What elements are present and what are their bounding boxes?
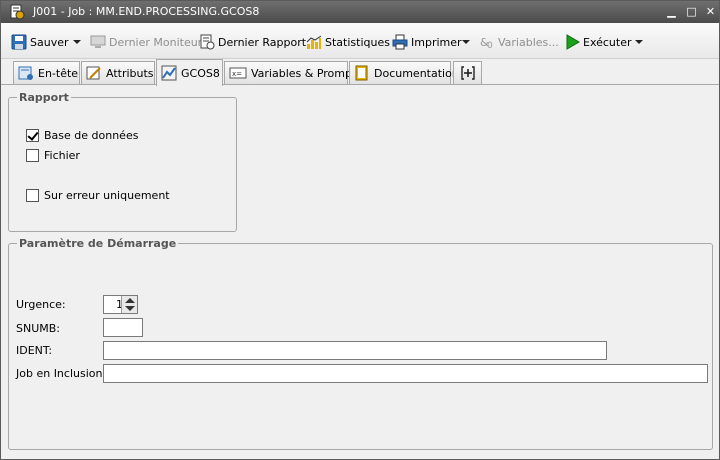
- tab-label: Documentation: [374, 66, 459, 80]
- tab-documentation[interactable]: Documentation: [349, 61, 459, 84]
- job-icon: [10, 4, 25, 20]
- statistics-label: Statistiques: [325, 35, 390, 49]
- save-icon: [11, 34, 27, 50]
- file-label: Fichier: [44, 149, 80, 162]
- spinner-arrows[interactable]: [121, 296, 137, 313]
- on-error-only-checkbox[interactable]: Sur erreur uniquement: [26, 189, 170, 202]
- rapport-group: Rapport: [8, 91, 237, 232]
- add-tab-button[interactable]: [453, 61, 482, 84]
- rapport-legend: Rapport: [17, 91, 71, 104]
- spinner-down-icon[interactable]: [125, 306, 135, 311]
- variables-button[interactable]: & 0 Variables...: [479, 32, 559, 52]
- maximize-icon[interactable]: □: [684, 4, 699, 19]
- window-title: J001 - Job : MM.END.PROCESSING.GCOS8: [33, 5, 260, 18]
- snumb-label: SNUMB:: [16, 322, 61, 335]
- tab-label: Attributs: [106, 66, 154, 80]
- spinner-up-icon[interactable]: [125, 298, 135, 303]
- last-monitor-button[interactable]: Dernier Moniteur: [90, 32, 202, 52]
- startup-params-legend: Paramètre de Démarrage: [17, 237, 179, 250]
- execute-dropdown-arrow[interactable]: [635, 32, 643, 52]
- database-checkbox[interactable]: Base de données: [26, 129, 138, 142]
- print-button[interactable]: Imprimer: [392, 32, 462, 52]
- chevron-down-icon: [462, 40, 470, 44]
- last-report-label: Dernier Rapport: [218, 35, 307, 49]
- chevron-down-icon: [73, 40, 81, 44]
- snumb-input[interactable]: [103, 318, 143, 337]
- gcos8-icon: [161, 65, 177, 81]
- tab-attributs[interactable]: Attributs: [81, 61, 155, 84]
- documentation-icon: [355, 65, 368, 81]
- title-bar[interactable]: J001 - Job : MM.END.PROCESSING.GCOS8 ▁ □…: [1, 1, 719, 23]
- checkbox-unchecked[interactable]: [26, 149, 39, 162]
- variables-icon: x=: [229, 67, 247, 79]
- ident-label: IDENT:: [16, 344, 53, 357]
- svg-text:x=: x=: [232, 70, 242, 78]
- tab-variables-prompts[interactable]: x= Variables & Prompts: [224, 61, 362, 84]
- execute-label: Exécuter: [583, 35, 632, 49]
- save-button[interactable]: Sauver: [11, 32, 69, 52]
- include-job-input[interactable]: [103, 364, 708, 383]
- ident-input[interactable]: [103, 341, 607, 360]
- monitor-icon: [90, 35, 106, 48]
- tab-label: En-tête: [38, 66, 79, 80]
- close-icon[interactable]: ✕: [703, 4, 718, 19]
- gcos8-panel: Rapport Base de données Fichier Sur erre…: [1, 86, 719, 459]
- job-window: J001 - Job : MM.END.PROCESSING.GCOS8 ▁ □…: [0, 0, 720, 460]
- urgency-label: Urgence:: [16, 298, 66, 311]
- statistics-button[interactable]: Statistiques: [306, 32, 390, 52]
- print-label: Imprimer: [411, 35, 462, 49]
- checkbox-unchecked[interactable]: [26, 189, 39, 202]
- tab-bar: En-tête Attributs GCOS8 x= Variables & P…: [1, 59, 719, 86]
- minimize-icon[interactable]: ▁: [664, 4, 679, 19]
- printer-icon: [392, 34, 408, 50]
- last-report-button[interactable]: Dernier Rapport: [199, 32, 306, 52]
- database-label: Base de données: [44, 129, 139, 142]
- play-icon: [566, 34, 580, 50]
- on-error-only-label: Sur erreur uniquement: [44, 189, 170, 202]
- file-checkbox[interactable]: Fichier: [26, 149, 80, 162]
- save-label: Sauver: [30, 35, 69, 49]
- last-monitor-label: Dernier Moniteur: [109, 35, 203, 49]
- variables-icon: & 0: [480, 36, 493, 50]
- report-icon: [200, 34, 215, 50]
- svg-text:0: 0: [487, 41, 493, 50]
- header-icon: [18, 66, 33, 80]
- urgency-spinner[interactable]: 1: [103, 295, 138, 314]
- tab-en-tete[interactable]: En-tête: [13, 61, 80, 84]
- statistics-icon: [306, 35, 322, 49]
- variables-label: Variables...: [498, 35, 559, 49]
- chevron-down-icon: [635, 40, 643, 44]
- save-dropdown-arrow[interactable]: [73, 32, 81, 52]
- tab-label: GCOS8: [181, 66, 220, 80]
- attributes-icon: [86, 66, 101, 80]
- tab-label: Variables & Prompts: [251, 66, 363, 80]
- execute-button[interactable]: Exécuter: [564, 32, 632, 52]
- toolbar: Sauver Dernier Moniteur Dernier Rapport: [1, 23, 719, 59]
- checkbox-checked[interactable]: [26, 129, 39, 142]
- tab-gcos8[interactable]: GCOS8: [156, 59, 223, 86]
- include-job-label: Job en Inclusion:: [16, 367, 107, 380]
- add-tab-icon: [461, 66, 475, 80]
- print-dropdown-arrow[interactable]: [462, 32, 470, 52]
